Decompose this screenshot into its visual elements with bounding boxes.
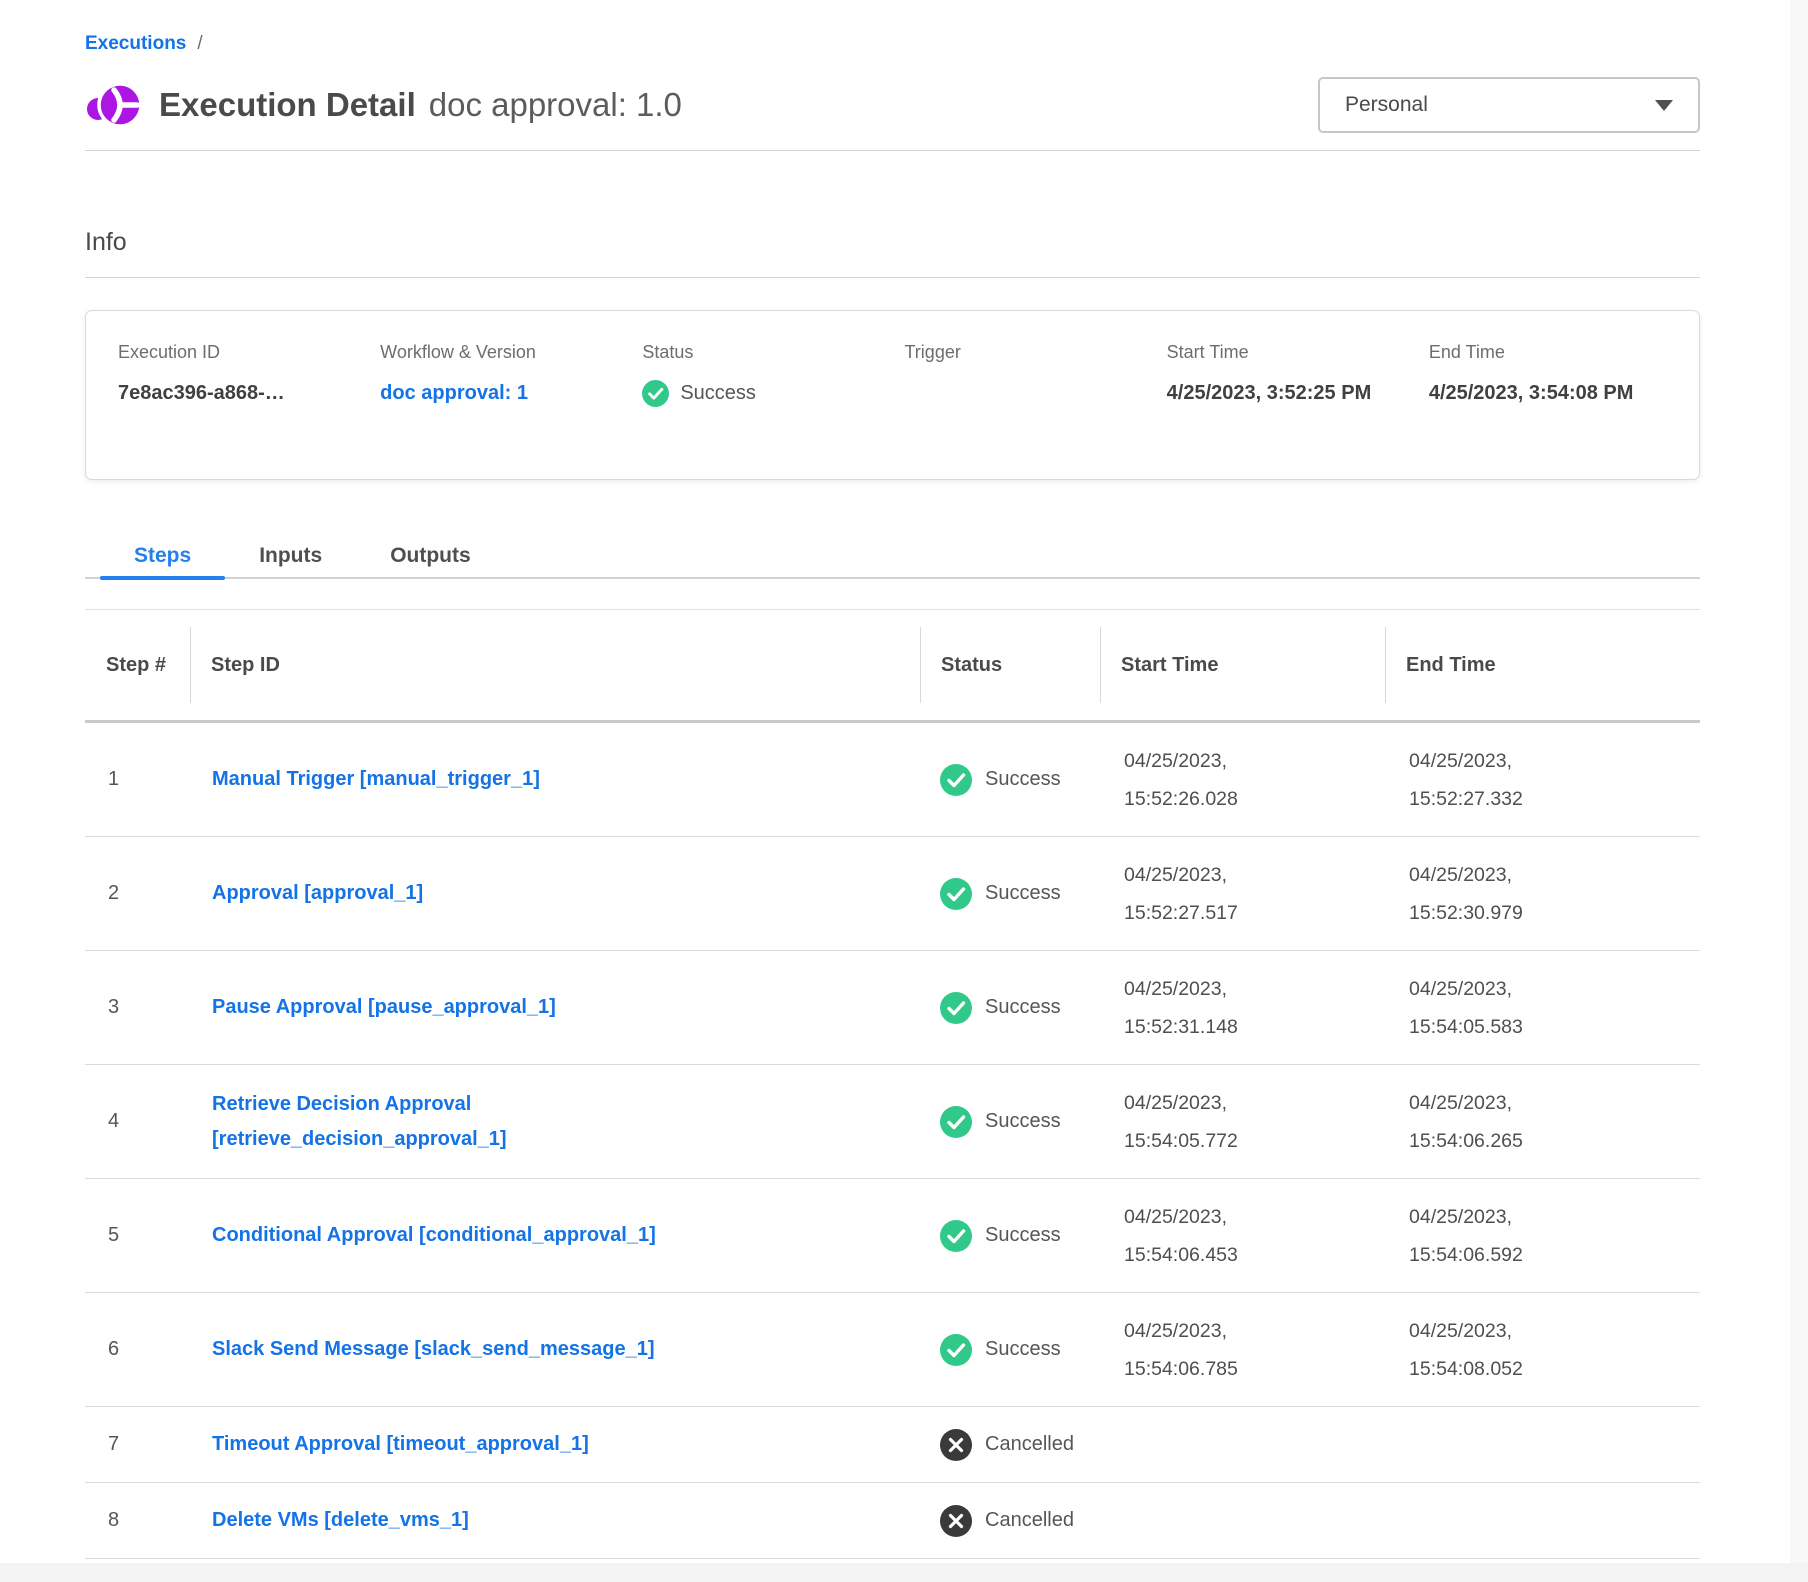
breadcrumb-executions-link[interactable]: Executions bbox=[85, 33, 186, 55]
success-icon bbox=[642, 380, 669, 407]
field-label: Trigger bbox=[904, 341, 1166, 363]
step-link[interactable]: Pause Approval [pause_approval_1] bbox=[212, 990, 556, 1025]
breadcrumb: Executions / bbox=[85, 0, 1700, 55]
col-header-step-num: Step # bbox=[85, 610, 190, 720]
tab-outputs[interactable]: Outputs bbox=[356, 534, 504, 577]
status-text: Success bbox=[985, 768, 1061, 791]
workspace-dropdown-value: Personal bbox=[1345, 93, 1428, 117]
table-header: Step # Step ID Status Start Time End Tim… bbox=[85, 609, 1700, 723]
start-time: 04/25/2023, 15:52:27.517 bbox=[1100, 856, 1314, 932]
info-card: Execution ID 7e8ac396-a868-… Workflow & … bbox=[85, 310, 1700, 480]
success-icon bbox=[940, 878, 972, 910]
page-title: Execution Detail bbox=[159, 86, 416, 124]
step-link[interactable]: Timeout Approval [timeout_approval_1] bbox=[212, 1427, 589, 1462]
title-row: Execution Detail doc approval: 1.0 Perso… bbox=[85, 73, 1700, 137]
info-heading: Info bbox=[85, 228, 1700, 257]
caret-down-icon bbox=[1655, 100, 1673, 111]
step-number: 6 bbox=[85, 1338, 190, 1361]
table-row: 4 Retrieve Decision Approval [retrieve_d… bbox=[85, 1065, 1700, 1179]
step-link[interactable]: Retrieve Decision Approval [retrieve_dec… bbox=[212, 1087, 662, 1157]
execution-id-value: 7e8ac396-a868-… bbox=[118, 376, 323, 411]
step-link[interactable]: Manual Trigger [manual_trigger_1] bbox=[212, 762, 540, 797]
steps-table: Step # Step ID Status Start Time End Tim… bbox=[85, 609, 1700, 1559]
step-link[interactable]: Approval [approval_1] bbox=[212, 876, 423, 911]
step-link[interactable]: Delete VMs [delete_vms_1] bbox=[212, 1503, 469, 1538]
start-time-value: 4/25/2023, 3:52:25 PM bbox=[1167, 376, 1372, 411]
field-label: Execution ID bbox=[118, 341, 380, 363]
workflow-logo-icon bbox=[85, 79, 143, 131]
cancelled-icon bbox=[940, 1429, 972, 1461]
col-header-start-time: Start Time bbox=[1100, 610, 1385, 720]
col-header-step-id: Step ID bbox=[190, 610, 920, 720]
start-time: 04/25/2023, 15:52:31.148 bbox=[1100, 970, 1314, 1046]
step-number: 4 bbox=[85, 1110, 190, 1133]
table-row: 1 Manual Trigger [manual_trigger_1] Succ… bbox=[85, 723, 1700, 837]
status-text: Cancelled bbox=[985, 1433, 1074, 1456]
status-text: Success bbox=[985, 1110, 1061, 1133]
start-time: 04/25/2023, 15:54:06.453 bbox=[1100, 1198, 1314, 1274]
step-number: 7 bbox=[85, 1433, 190, 1456]
page-subtitle: doc approval: 1.0 bbox=[429, 86, 682, 124]
success-icon bbox=[940, 1220, 972, 1252]
success-icon bbox=[940, 1106, 972, 1138]
step-number: 2 bbox=[85, 882, 190, 905]
workflow-version-link[interactable]: doc approval: 1 bbox=[380, 382, 528, 404]
field-label: Status bbox=[642, 341, 904, 363]
field-end-time: End Time 4/25/2023, 3:54:08 PM bbox=[1429, 341, 1691, 445]
tab-inputs[interactable]: Inputs bbox=[225, 534, 356, 577]
end-time: 04/25/2023, 15:52:30.979 bbox=[1385, 856, 1599, 932]
success-icon bbox=[940, 764, 972, 796]
status-text: Success bbox=[985, 996, 1061, 1019]
table-row: 2 Approval [approval_1] Success 04/25/20… bbox=[85, 837, 1700, 951]
main-content: Executions / Execution Detail doc approv… bbox=[85, 0, 1700, 1559]
table-row: 5 Conditional Approval [conditional_appr… bbox=[85, 1179, 1700, 1293]
field-label: Start Time bbox=[1167, 341, 1429, 363]
workspace-dropdown[interactable]: Personal bbox=[1318, 77, 1700, 133]
start-time: 04/25/2023, 15:52:26.028 bbox=[1100, 742, 1314, 818]
field-status: Status Success bbox=[642, 341, 904, 445]
status-text: Cancelled bbox=[985, 1509, 1074, 1532]
success-icon bbox=[940, 1334, 972, 1366]
end-time-value: 4/25/2023, 3:54:08 PM bbox=[1429, 376, 1634, 411]
table-row: 8 Delete VMs [delete_vms_1] Cancelled bbox=[85, 1483, 1700, 1559]
end-time: 04/25/2023, 15:54:08.052 bbox=[1385, 1312, 1599, 1388]
table-row: 7 Timeout Approval [timeout_approval_1] … bbox=[85, 1407, 1700, 1483]
step-number: 3 bbox=[85, 996, 190, 1019]
right-gutter bbox=[1790, 0, 1808, 1582]
table-row: 3 Pause Approval [pause_approval_1] Succ… bbox=[85, 951, 1700, 1065]
breadcrumb-separator: / bbox=[197, 33, 202, 55]
status-text: Success bbox=[985, 1338, 1061, 1361]
step-link[interactable]: Slack Send Message [slack_send_message_1… bbox=[212, 1332, 654, 1367]
status-text: Success bbox=[985, 882, 1061, 905]
step-number: 8 bbox=[85, 1509, 190, 1532]
tab-bar: Steps Inputs Outputs bbox=[85, 534, 1700, 579]
field-execution-id: Execution ID 7e8ac396-a868-… bbox=[118, 341, 380, 445]
field-workflow-version: Workflow & Version doc approval: 1 bbox=[380, 341, 642, 445]
success-icon bbox=[940, 992, 972, 1024]
status-value: Success bbox=[680, 376, 756, 411]
field-start-time: Start Time 4/25/2023, 3:52:25 PM bbox=[1167, 341, 1429, 445]
start-time: 04/25/2023, 15:54:06.785 bbox=[1100, 1312, 1314, 1388]
step-number: 1 bbox=[85, 768, 190, 791]
step-number: 5 bbox=[85, 1224, 190, 1247]
end-time: 04/25/2023, 15:54:05.583 bbox=[1385, 970, 1599, 1046]
table-row: 6 Slack Send Message [slack_send_message… bbox=[85, 1293, 1700, 1407]
status-text: Success bbox=[985, 1224, 1061, 1247]
end-time: 04/25/2023, 15:54:06.592 bbox=[1385, 1198, 1599, 1274]
field-label: Workflow & Version bbox=[380, 341, 642, 363]
bottom-strip bbox=[0, 1563, 1808, 1582]
step-link[interactable]: Conditional Approval [conditional_approv… bbox=[212, 1218, 656, 1253]
end-time: 04/25/2023, 15:54:06.265 bbox=[1385, 1084, 1599, 1160]
field-label: End Time bbox=[1429, 341, 1691, 363]
cancelled-icon bbox=[940, 1505, 972, 1537]
tab-steps[interactable]: Steps bbox=[100, 534, 225, 577]
end-time: 04/25/2023, 15:52:27.332 bbox=[1385, 742, 1599, 818]
col-header-status: Status bbox=[920, 610, 1100, 720]
start-time: 04/25/2023, 15:54:05.772 bbox=[1100, 1084, 1314, 1160]
col-header-end-time: End Time bbox=[1385, 610, 1700, 720]
field-trigger: Trigger bbox=[904, 341, 1166, 445]
divider bbox=[85, 150, 1700, 151]
divider bbox=[85, 277, 1700, 278]
